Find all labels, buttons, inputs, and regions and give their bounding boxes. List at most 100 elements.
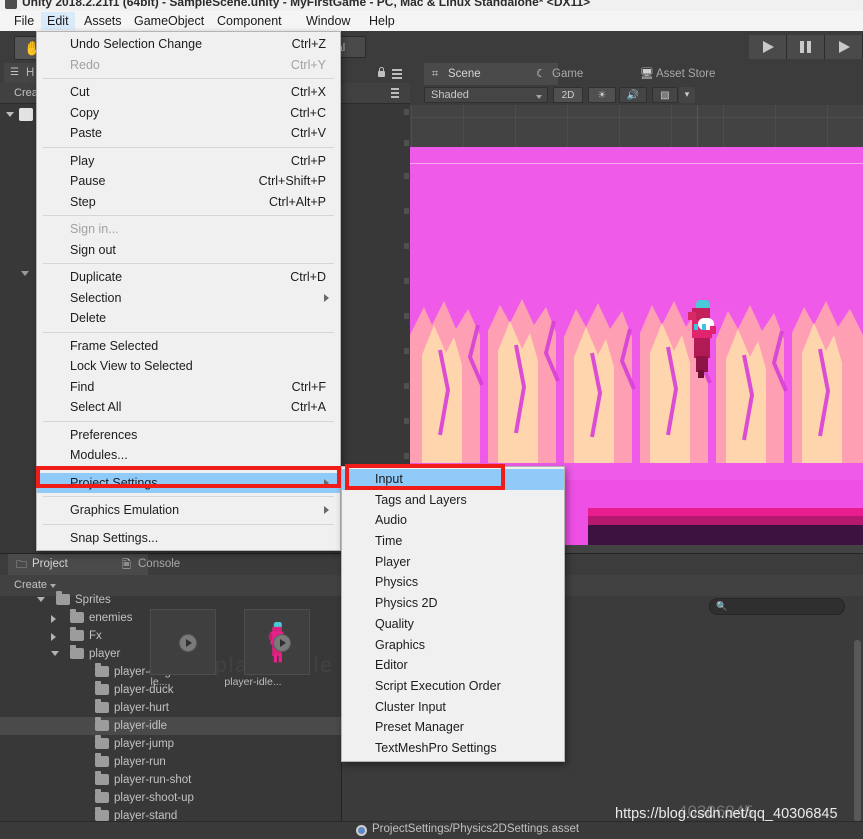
toggle-2d-button[interactable]: 2D bbox=[553, 87, 583, 103]
scene-tab-label: Scene bbox=[448, 68, 481, 80]
menu-item-shortcut: Ctrl+D bbox=[290, 270, 326, 284]
submenu-item-cluster-input[interactable]: Cluster Input bbox=[342, 697, 564, 718]
hierarchy-expand-icon[interactable] bbox=[21, 271, 29, 276]
menu-item-preferences[interactable]: Preferences bbox=[37, 425, 340, 446]
menu-item-label: Lock View to Selected bbox=[70, 359, 193, 373]
scene-grid-icon: ⌗ bbox=[432, 68, 439, 80]
asset-play-badge-2[interactable] bbox=[273, 634, 291, 652]
scene-view-toolbar: Shaded 2D ☀ 🔊 ▧ ▾ bbox=[410, 85, 863, 106]
scene-icon bbox=[19, 108, 33, 121]
scene-fx-dropdown[interactable]: ▾ bbox=[679, 87, 695, 103]
submenu-item-graphics[interactable]: Graphics bbox=[342, 635, 564, 656]
tree-item-player-shoot-up[interactable]: player-shoot-up bbox=[0, 789, 341, 807]
chevron-down-icon: ▾ bbox=[684, 89, 690, 99]
chevron-down-icon[interactable] bbox=[51, 651, 59, 656]
menu-item-duplicate[interactable]: Duplicate Ctrl+D bbox=[37, 267, 340, 288]
menu-item-cut[interactable]: Cut Ctrl+X bbox=[37, 82, 340, 103]
menubar: File Edit Assets GameObject Component Window H… bbox=[0, 11, 863, 32]
tree-item-label: enemies bbox=[89, 612, 133, 624]
tree-item-sprites[interactable]: Sprites bbox=[0, 591, 341, 609]
submenu-item-script-execution-order[interactable]: Script Execution Order bbox=[342, 676, 564, 697]
menu-item-graphics-emulation[interactable]: Graphics Emulation bbox=[37, 500, 340, 521]
submenu-item-audio[interactable]: Audio bbox=[342, 510, 564, 531]
menu-item-play[interactable]: Play Ctrl+P bbox=[37, 151, 340, 172]
submenu-item-physics-2d[interactable]: Physics 2D bbox=[342, 593, 564, 614]
panel-menu-icon[interactable] bbox=[392, 69, 405, 79]
asset-play-badge[interactable] bbox=[179, 634, 197, 652]
tree-item-player-hurt[interactable]: player-hurt bbox=[0, 699, 341, 717]
step-button[interactable] bbox=[825, 35, 863, 59]
project-tab-label: Project bbox=[32, 558, 68, 570]
menu-item-shortcut: Ctrl+Y bbox=[290, 57, 326, 72]
submenu-item-quality[interactable]: Quality bbox=[342, 614, 564, 635]
tab-console[interactable]: 🗎 Console bbox=[114, 554, 260, 575]
submenu-item-time[interactable]: Time bbox=[342, 531, 564, 552]
scene-lighting-toggle[interactable]: ☀ bbox=[588, 87, 616, 103]
menu-item-shortcut: Ctrl+X bbox=[290, 85, 326, 99]
menu-item-label: Duplicate bbox=[70, 270, 123, 284]
submenu-item-input[interactable]: Input bbox=[342, 469, 564, 490]
menu-item-project-settings[interactable]: Project Settings bbox=[37, 472, 340, 493]
hierarchy-options-icon[interactable] bbox=[391, 88, 402, 98]
menubar-item-assets[interactable]: Assets bbox=[78, 12, 128, 30]
menubar-item-file[interactable]: File bbox=[8, 12, 40, 30]
menu-item-undo-selection-change[interactable]: Undo Selection Change Ctrl+Z bbox=[37, 34, 340, 55]
menu-item-selection[interactable]: Selection bbox=[37, 288, 340, 309]
lock-icon[interactable] bbox=[376, 67, 386, 79]
submenu-item-textmeshpro-settings[interactable]: TextMeshPro Settings bbox=[342, 738, 564, 759]
submenu-item-editor[interactable]: Editor bbox=[342, 655, 564, 676]
tab-asset-store[interactable]: 🖥 Asset Store bbox=[632, 63, 788, 85]
menu-item-sign-out[interactable]: Sign out bbox=[37, 240, 340, 261]
statusbar: ProjectSettings/Physics2DSettings.asset bbox=[0, 821, 863, 839]
unity-editor-window: Unity 2018.2.21f1 (64bit) - SampleScene.… bbox=[0, 0, 863, 839]
submenu-item-player[interactable]: Player bbox=[342, 552, 564, 573]
menubar-item-gameobject[interactable]: GameObject bbox=[128, 12, 210, 30]
hierarchy-tab-label: H bbox=[26, 67, 35, 79]
menu-item-paste[interactable]: Paste Ctrl+V bbox=[37, 123, 340, 144]
submenu-item-tags-and-layers[interactable]: Tags and Layers bbox=[342, 490, 564, 511]
menu-item-find[interactable]: Find Ctrl+F bbox=[37, 377, 340, 398]
menu-item-label: Paste bbox=[70, 126, 102, 140]
shading-mode-dropdown[interactable]: Shaded bbox=[424, 87, 548, 103]
window-title: Unity 2018.2.21f1 (64bit) - SampleScene.… bbox=[22, 0, 591, 9]
tree-item-player-run-shot[interactable]: player-run-shot bbox=[0, 771, 341, 789]
menu-item-shortcut: Ctrl+A bbox=[290, 400, 326, 414]
menu-item-frame-selected[interactable]: Frame Selected bbox=[37, 336, 340, 357]
menu-item-select-all[interactable]: Select All Ctrl+A bbox=[37, 397, 340, 418]
menu-item-shortcut: Ctrl+C bbox=[290, 105, 326, 120]
project-settings-submenu: Input Tags and Layers Audio Time Player Physi… bbox=[341, 466, 565, 762]
chevron-right-icon[interactable] bbox=[51, 615, 56, 623]
project-scrollbar-thumb[interactable] bbox=[854, 640, 861, 822]
play-icon bbox=[763, 41, 774, 53]
play-button[interactable] bbox=[749, 35, 787, 59]
pause-button[interactable] bbox=[787, 35, 825, 59]
project-scrollbar[interactable] bbox=[854, 640, 861, 839]
menubar-item-edit[interactable]: Edit bbox=[41, 12, 75, 30]
menubar-item-window[interactable]: Window bbox=[300, 12, 356, 30]
scene-audio-toggle[interactable]: 🔊 bbox=[619, 87, 647, 103]
menu-item-pause[interactable]: Pause Ctrl+Shift+P bbox=[37, 171, 340, 192]
chevron-down-icon[interactable] bbox=[37, 597, 45, 602]
menubar-item-help[interactable]: Help bbox=[363, 12, 401, 30]
scene-fx-toggle[interactable]: ▧ bbox=[652, 87, 678, 103]
folder-icon bbox=[95, 735, 109, 749]
menu-item-delete[interactable]: Delete bbox=[37, 308, 340, 329]
submenu-item-preset-manager[interactable]: Preset Manager bbox=[342, 717, 564, 738]
menu-item-label: Copy bbox=[70, 105, 100, 120]
tree-item-player-idle[interactable]: player-idle bbox=[0, 717, 341, 735]
project-search-input[interactable]: 🔍 bbox=[709, 598, 845, 615]
tree-item-player-run[interactable]: player-run bbox=[0, 753, 341, 771]
menu-item-copy[interactable]: Copy Ctrl+C bbox=[37, 103, 340, 124]
tree-item-player-jump[interactable]: player-jump bbox=[0, 735, 341, 753]
menu-item-step[interactable]: Step Ctrl+Alt+P bbox=[37, 192, 340, 213]
menubar-item-component[interactable]: Component bbox=[211, 12, 288, 30]
status-message: ProjectSettings/Physics2DSettings.asset bbox=[372, 823, 580, 835]
player-character-sprite bbox=[688, 300, 716, 378]
menu-item-shortcut: Ctrl+Alt+P bbox=[269, 194, 326, 209]
menu-item-label: Play bbox=[70, 153, 95, 168]
menu-item-snap-settings[interactable]: Snap Settings... bbox=[37, 528, 340, 549]
chevron-right-icon[interactable] bbox=[51, 633, 56, 641]
menu-item-modules[interactable]: Modules... bbox=[37, 445, 340, 466]
menu-item-lock-view-to-selected[interactable]: Lock View to Selected bbox=[37, 356, 340, 377]
submenu-item-physics[interactable]: Physics bbox=[342, 572, 564, 593]
